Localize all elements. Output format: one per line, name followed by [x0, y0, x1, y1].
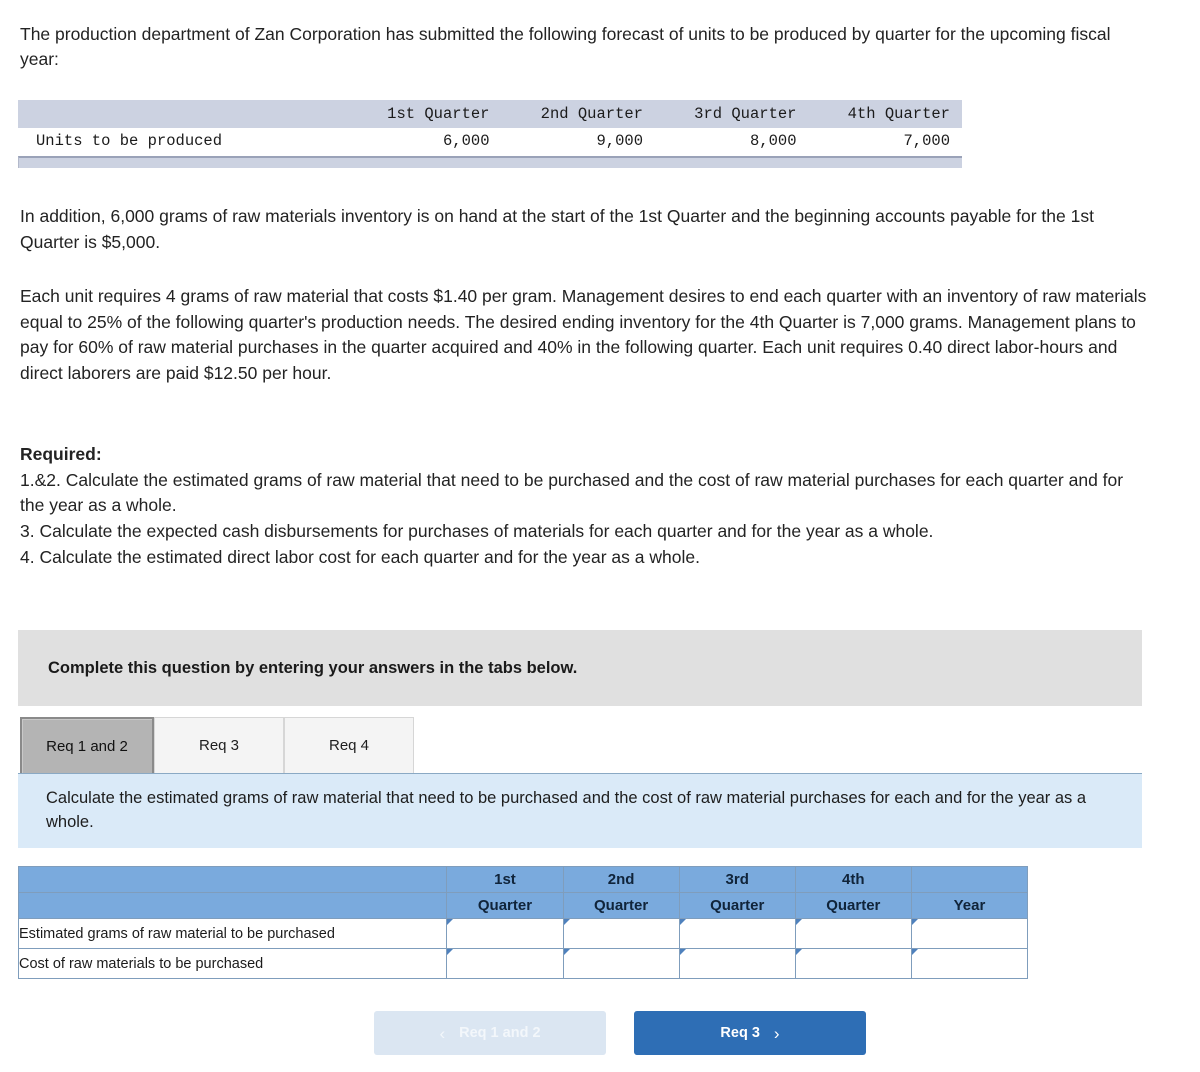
grams-q3-input[interactable] — [679, 919, 795, 948]
input-cell-cost-q1[interactable] — [446, 948, 564, 979]
complete-question-text: Complete this question by entering your … — [48, 658, 578, 677]
cost-q4-input[interactable] — [795, 949, 911, 978]
answer-header-1st: 1st — [446, 866, 564, 893]
cell-corner-marker-icon — [795, 949, 802, 961]
cell-corner-marker-icon — [563, 949, 570, 961]
input-cell-grams-year[interactable] — [910, 918, 1029, 949]
input-cell-grams-q3[interactable] — [678, 918, 796, 949]
input-cell-cost-q4[interactable] — [794, 948, 912, 979]
given-table-header-row: 1st Quarter 2nd Quarter 3rd Quarter 4th … — [18, 100, 962, 128]
answer-header-quarter-4: Quarter — [794, 892, 912, 919]
previous-requirement-button[interactable]: ‹ Req 1 and 2 — [374, 1011, 606, 1055]
answer-header-corner — [17, 866, 448, 893]
chevron-left-icon: ‹ — [439, 1023, 446, 1043]
tab-label: Req 1 and 2 — [46, 737, 128, 755]
answer-table-container: 1st 2nd 3rd 4th Quarter Quarter Quarter … — [17, 866, 1029, 979]
input-cell-grams-q1[interactable] — [446, 918, 564, 949]
answer-header-row-2: Quarter Quarter Quarter Quarter Year — [17, 892, 1029, 919]
answer-header-4th: 4th — [794, 866, 912, 893]
cell-corner-marker-icon — [447, 949, 454, 961]
given-row-label-units: Units to be produced — [18, 128, 348, 154]
answer-table: 1st 2nd 3rd 4th Quarter Quarter Quarter … — [17, 866, 1029, 979]
cell-corner-marker-icon — [679, 949, 686, 961]
given-header-q2: 2nd Quarter — [501, 100, 655, 128]
tab-req-4[interactable]: Req 4 — [284, 717, 414, 773]
given-data-table: 1st Quarter 2nd Quarter 3rd Quarter 4th … — [18, 100, 962, 154]
table-row: Cost of raw materials to be purchased — [17, 948, 1029, 979]
answer-header-2nd: 2nd — [562, 866, 680, 893]
grams-q1-input[interactable] — [447, 919, 563, 948]
required-title: Required: — [20, 444, 102, 464]
required-section: Required: 1.&2. Calculate the estimated … — [20, 442, 1140, 571]
navigation-buttons: ‹ Req 1 and 2 Req 3 › — [374, 1011, 866, 1055]
cost-q1-input[interactable] — [447, 949, 563, 978]
cell-corner-marker-icon — [911, 919, 918, 931]
required-item-3: 3. Calculate the expected cash disbursem… — [20, 521, 934, 542]
question-stem: The production department of Zan Corpora… — [20, 24, 1111, 70]
tab-label: Req 3 — [198, 737, 240, 754]
grams-year-input[interactable] — [911, 919, 1027, 948]
answer-row-label-grams: Estimated grams of raw material to be pu… — [17, 918, 448, 949]
given-data-table-container: 1st Quarter 2nd Quarter 3rd Quarter 4th … — [18, 100, 962, 168]
chevron-right-icon: › — [773, 1023, 780, 1043]
grams-q4-input[interactable] — [795, 919, 911, 948]
input-cell-grams-q4[interactable] — [794, 918, 912, 949]
next-requirement-button[interactable]: Req 3 › — [634, 1011, 866, 1055]
table-row: Estimated grams of raw material to be pu… — [17, 918, 1029, 949]
cell-corner-marker-icon — [447, 919, 454, 931]
given-header-q1: 1st Quarter — [348, 100, 502, 128]
cost-year-input[interactable] — [911, 949, 1027, 978]
cell-corner-marker-icon — [911, 949, 918, 961]
requirement-tabs: Req 1 and 2 Req 3 Req 4 — [20, 717, 414, 773]
required-item-1: 1.&2. Calculate the estimated grams of r… — [20, 469, 1124, 516]
given-header-q4: 4th Quarter — [808, 100, 962, 128]
tab-label: Req 4 — [328, 737, 370, 754]
cell-corner-marker-icon — [795, 919, 802, 931]
given-value-q1: 6,000 — [348, 128, 502, 154]
input-cell-cost-q3[interactable] — [678, 948, 796, 979]
requirement-instruction-panel: Calculate the estimated grams of raw mat… — [18, 773, 1142, 848]
cell-corner-marker-icon — [679, 919, 686, 931]
tab-req-1-and-2[interactable]: Req 1 and 2 — [20, 717, 154, 773]
answer-header-year: Year — [910, 892, 1029, 919]
given-table-footer-bar — [18, 156, 962, 168]
answer-row-label-cost: Cost of raw materials to be purchased — [17, 948, 448, 979]
paragraph-each-unit: Each unit requires 4 grams of raw materi… — [20, 286, 1147, 384]
given-value-q2: 9,000 — [501, 128, 655, 154]
previous-button-label: Req 1 and 2 — [459, 1025, 541, 1041]
given-header-blank — [18, 100, 348, 128]
answer-header-corner-2 — [17, 892, 448, 919]
grams-q2-input[interactable] — [563, 919, 679, 948]
paragraph-in-addition: In addition, 6,000 grams of raw material… — [20, 206, 1094, 252]
input-cell-grams-q2[interactable] — [562, 918, 680, 949]
given-header-q3: 3rd Quarter — [655, 100, 809, 128]
input-cell-cost-year[interactable] — [910, 948, 1029, 979]
next-button-label: Req 3 — [720, 1025, 760, 1041]
answer-header-quarter-2: Quarter — [562, 892, 680, 919]
answer-header-year-blank — [910, 866, 1029, 893]
given-value-q4: 7,000 — [808, 128, 962, 154]
input-cell-cost-q2[interactable] — [562, 948, 680, 979]
answer-header-3rd: 3rd — [678, 866, 796, 893]
answer-header-quarter-3: Quarter — [678, 892, 796, 919]
answer-header-row-1: 1st 2nd 3rd 4th — [17, 866, 1029, 893]
complete-question-bar: Complete this question by entering your … — [18, 630, 1142, 706]
given-value-q3: 8,000 — [655, 128, 809, 154]
cost-q3-input[interactable] — [679, 949, 795, 978]
tab-req-3[interactable]: Req 3 — [154, 717, 284, 773]
table-row: Units to be produced 6,000 9,000 8,000 7… — [18, 128, 962, 154]
answer-header-quarter-1: Quarter — [446, 892, 564, 919]
cell-corner-marker-icon — [563, 919, 570, 931]
cost-q2-input[interactable] — [563, 949, 679, 978]
required-item-4: 4. Calculate the estimated direct labor … — [20, 546, 700, 567]
